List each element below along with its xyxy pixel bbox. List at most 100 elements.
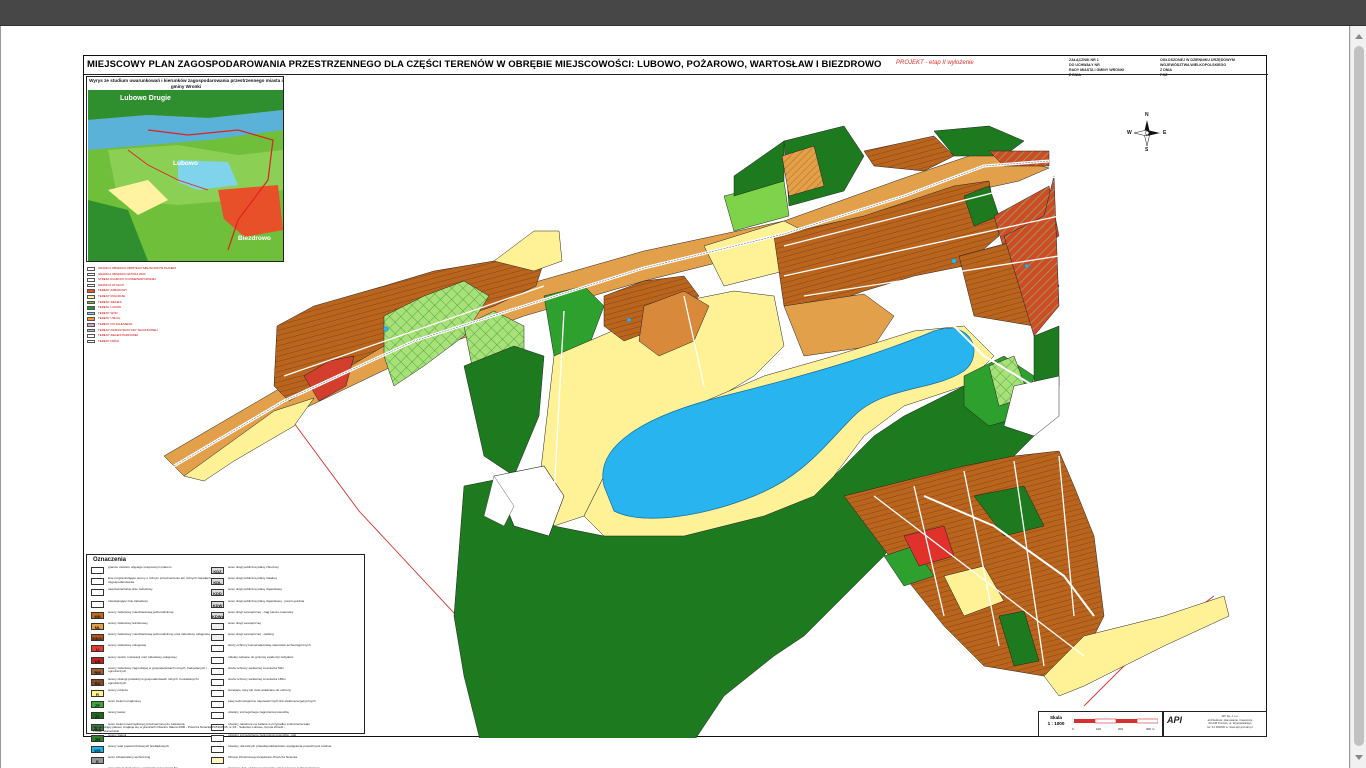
inset-legend-swatch	[87, 311, 95, 316]
inset-legend-swatch	[87, 272, 95, 277]
legend-item: MN tereny zabudowy mieszkaniowej jednorod…	[91, 610, 216, 621]
legend-item: linie rozgraniczające tereny o różnym pr…	[91, 576, 216, 587]
legend-item: Utereny zabudowy usługowej	[91, 643, 216, 654]
legend-label: obszary szczególnego zagrożenia powodzią…	[228, 732, 296, 737]
legend-item: KDW teren drogi publicznej klasy dojazdow…	[211, 599, 361, 610]
inset-legend-swatch	[87, 328, 95, 333]
legend-item: MN/U tereny zabudowy mieszkaniowej jednor…	[91, 632, 216, 643]
legend-label: tereny zieleni	[108, 732, 127, 737]
legend-label: teren drogi wewnętrznej - parking	[228, 632, 274, 637]
legend-item: granice obszaru objętego miejscowym plan…	[91, 565, 216, 576]
legend-item: Rtereny rolnicze	[91, 688, 216, 699]
legend-swatch: MN	[91, 611, 104, 619]
inset-legend-label: TERENY ROLNICZE	[98, 293, 126, 298]
legend-item: obszary szczególnego zagrożenia powodzią	[211, 710, 361, 721]
legend-item: KDD teren drogi publicznej klasy dojazdow…	[211, 587, 361, 598]
legend-label: obiekty wpisane do gminnej ewidencji zab…	[228, 654, 294, 659]
legend-swatch: RM	[91, 667, 104, 675]
legend-swatch: KDD	[211, 589, 224, 597]
legend-heading: Oznaczenia	[93, 557, 127, 563]
inset-legend-label: TERENY DRÓG	[98, 338, 120, 343]
inset-legend-item: TERENY DRÓG	[87, 339, 237, 345]
legend-swatch	[211, 634, 224, 642]
inset-legend-label: TERENY ZIELENI PARKOWEJ	[98, 333, 139, 338]
legend-label: tereny zabudowy zagrodowej w gospodarstw…	[108, 665, 207, 674]
legend-swatch: ZP	[91, 701, 104, 709]
legend-item: teren drogi wewnętrznej - parking	[211, 632, 361, 643]
inset-legend-label: TERENY DO ZALESIENIA	[98, 321, 133, 326]
legend-column-right: KDZ teren drogi publicznej klasy zbiorcze…	[211, 565, 361, 768]
legend-label: pasy technologiczne napowietrznych linii…	[228, 699, 316, 704]
legend-item: obiekty wpisane do gminnej ewidencji zab…	[211, 655, 361, 666]
legend-item: obszary szczególnego zagrożenia powodzią…	[211, 733, 361, 744]
inset-legend-swatch	[87, 322, 95, 327]
legend-label: obowiązujące linie zabudowy	[108, 598, 148, 603]
inset-legend-label: GRANICA OBSZARU OBJĘTEGO MIEJSCOWYM PLAN…	[98, 266, 176, 270]
legend-swatch: E	[91, 757, 104, 765]
inset-legend-label: TERENY ZIELENI	[98, 299, 122, 304]
scale-bar	[1074, 718, 1158, 724]
map-sheet: MIEJSCOWY PLAN ZAGOSPODAROWANIA PRZESTRZ…	[83, 55, 1268, 768]
legend-item: istniejące rowy lub cieki wskazane do oc…	[211, 688, 361, 699]
legend-swatch: U	[91, 645, 104, 653]
legend-swatch: ML	[91, 622, 104, 630]
legend-item: strefa ochrony sanitarnej cmentarza 50m	[211, 666, 361, 677]
legend-label: nieprzekraczalne linie zabudowy	[108, 587, 153, 592]
legend-swatch: ZR	[91, 734, 104, 742]
legend-label: strefy ochrony konserwatorskiej stanowis…	[228, 643, 311, 648]
svg-text:Lubowo Drugie: Lubowo Drugie	[120, 95, 171, 102]
legend-item: ZP teren zieleni urządzonej	[91, 699, 216, 710]
legend-label: teren drogi publicznej klasy zbiorczej	[228, 565, 279, 569]
map-legend: Oznaczenia granice obszaru objętego miej…	[86, 554, 365, 768]
title-rule	[84, 74, 1268, 75]
legend-swatch: WS	[91, 746, 104, 753]
legend-swatch: KDWx	[211, 611, 224, 619]
scroll-up-icon[interactable]	[1355, 34, 1363, 39]
legend-footer: Obszar objęty planem znajduje się w gran…	[93, 725, 286, 733]
inset-legend-label: TERENY ZABUDOWY	[98, 288, 128, 293]
legend-label: tereny zabudowy mieszkaniowej jednorodzi…	[108, 609, 174, 614]
vertical-scrollbar[interactable]	[1350, 26, 1366, 768]
legend-item: KDZ teren drogi publicznej klasy zbiorcze…	[211, 565, 361, 576]
attachment-note: ZAŁĄCZNIK NR 1 DO UCHWAŁY NR RADY MIASTA…	[1069, 58, 1125, 77]
legend-label: strefa ochrony sanitarnej cmentarza 50m	[228, 665, 285, 670]
scroll-down-icon[interactable]	[1355, 755, 1363, 760]
legend-label: tereny wód powierzchniowych śródlądowych	[108, 744, 169, 748]
map-title: MIEJSCOWY PLAN ZAGOSPODAROWANIA PRZESTRZ…	[87, 59, 882, 70]
legend-swatch	[211, 645, 224, 653]
legend-item: Eteren infrastruktury technicznej	[91, 755, 216, 766]
legend-item: RM tereny zabudowy zagrodowej w gospodars…	[91, 666, 216, 677]
legend-swatch	[91, 600, 104, 608]
inset-legend-label: TERENY WÓD	[98, 310, 118, 315]
scroll-thumb[interactable]	[1354, 46, 1364, 746]
legend-label: obszary, dla których prawdopodobieństwo …	[228, 744, 332, 748]
legend-label: strefa ochrony sanitarnej cmentarza 150m	[228, 676, 286, 681]
author-info: API Sp. z o.o. architektura, planowanie,…	[1207, 714, 1253, 729]
inset-legend-swatch	[87, 334, 95, 338]
document-viewer: MIEJSCOWY PLAN ZAGOSPODAROWANIA PRZESTRZ…	[0, 26, 1350, 768]
legend-item: ZR tereny zieleni	[91, 733, 216, 744]
legend-item: ML tereny zabudowy letniskowej	[91, 621, 216, 632]
inset-legend-swatch	[87, 283, 95, 288]
inset-legend-swatch	[87, 294, 95, 299]
browser-toolbar	[0, 0, 1366, 26]
legend-item: WS tereny wód powierzchniowych śródlądowy…	[91, 744, 216, 755]
legend-item: RU tereny obsługi produkcji w gospodarstw…	[91, 677, 216, 688]
inset-legend: GRANICA OBSZARU OBJĘTEGO MIEJSCOWYM PLAN…	[87, 266, 237, 344]
legend-label: tereny zabudowy mieszkaniowej jednorodzi…	[108, 632, 210, 637]
legend-item: strefa ochrony sanitarnej cmentarza 150m	[211, 677, 361, 688]
legend-label: teren drogi publicznej klasy dojazdowej …	[228, 598, 305, 603]
inset-map: Lubowo Drugie Lubowo Biezdrowo	[88, 90, 283, 261]
legend-item: KDWx teren drogi wewnętrznej - ciąg piesz…	[211, 610, 361, 621]
inset-legend-swatch	[87, 267, 95, 271]
legend-swatch	[211, 656, 224, 664]
legend-swatch	[211, 690, 224, 698]
legend-label: tereny zabudowy letniskowej	[108, 620, 148, 625]
legend-swatch	[211, 678, 224, 686]
legend-swatch: R	[91, 690, 104, 698]
legend-swatch: RU	[91, 678, 104, 686]
legend-label: tereny lasów	[108, 710, 126, 715]
inset-legend-label: TERENY INFRASTRUKTURY TECHNICZNEJ	[98, 327, 158, 332]
legend-item: obowiązujące linie zabudowy	[91, 599, 216, 610]
legend-item: teren drogi wewnętrznej	[211, 621, 361, 632]
